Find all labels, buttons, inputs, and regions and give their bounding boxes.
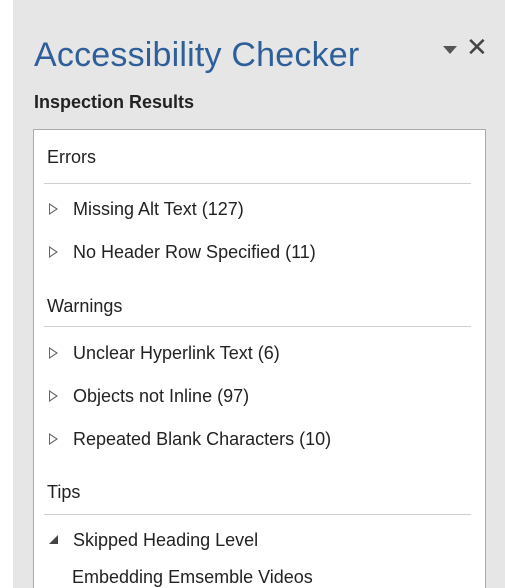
list-item-label: Unclear Hyperlink Text (6) (73, 342, 280, 363)
chevron-down-icon[interactable] (443, 46, 457, 54)
expand-arrow-icon[interactable] (49, 246, 58, 259)
expand-arrow-icon[interactable] (49, 390, 58, 403)
accessibility-checker-pane: Accessibility Checker ✕ Inspection Resul… (0, 0, 505, 588)
close-icon[interactable]: ✕ (466, 35, 488, 61)
expand-arrow-icon[interactable] (49, 203, 58, 216)
list-item-label: Missing Alt Text (127) (73, 198, 244, 219)
list-item-no-header-row[interactable]: No Header Row Specified (11) (49, 241, 316, 263)
list-item-unclear-hyperlink[interactable]: Unclear Hyperlink Text (6) (49, 342, 280, 364)
list-item-repeated-blank[interactable]: Repeated Blank Characters (10) (49, 428, 331, 450)
list-item-label: No Header Row Specified (11) (73, 241, 316, 262)
inspection-results-list[interactable]: Errors Missing Alt Text (127) No Header … (33, 129, 486, 588)
section-header-warnings: Warnings (47, 296, 123, 316)
section-divider (44, 326, 471, 327)
section-divider (44, 183, 471, 184)
list-item-objects-not-inline[interactable]: Objects not Inline (97) (49, 385, 249, 407)
list-subitem-embedding-videos[interactable]: Embedding Emsemble Videos (72, 567, 313, 588)
collapse-arrow-icon[interactable] (49, 534, 58, 544)
list-item-label: Repeated Blank Characters (10) (73, 428, 332, 449)
list-item-label: Objects not Inline (97) (73, 385, 250, 406)
expand-arrow-icon[interactable] (49, 433, 58, 446)
list-item-label: Skipped Heading Level (73, 529, 259, 550)
section-header-errors: Errors (47, 147, 96, 167)
expand-arrow-icon[interactable] (49, 347, 58, 360)
section-divider (44, 514, 471, 515)
pane-title: Accessibility Checker (34, 36, 360, 74)
inspection-results-heading: Inspection Results (34, 92, 195, 112)
list-item-skipped-heading[interactable]: Skipped Heading Level (49, 529, 258, 551)
list-item-missing-alt-text[interactable]: Missing Alt Text (127) (49, 198, 244, 220)
section-header-tips: Tips (47, 482, 81, 502)
